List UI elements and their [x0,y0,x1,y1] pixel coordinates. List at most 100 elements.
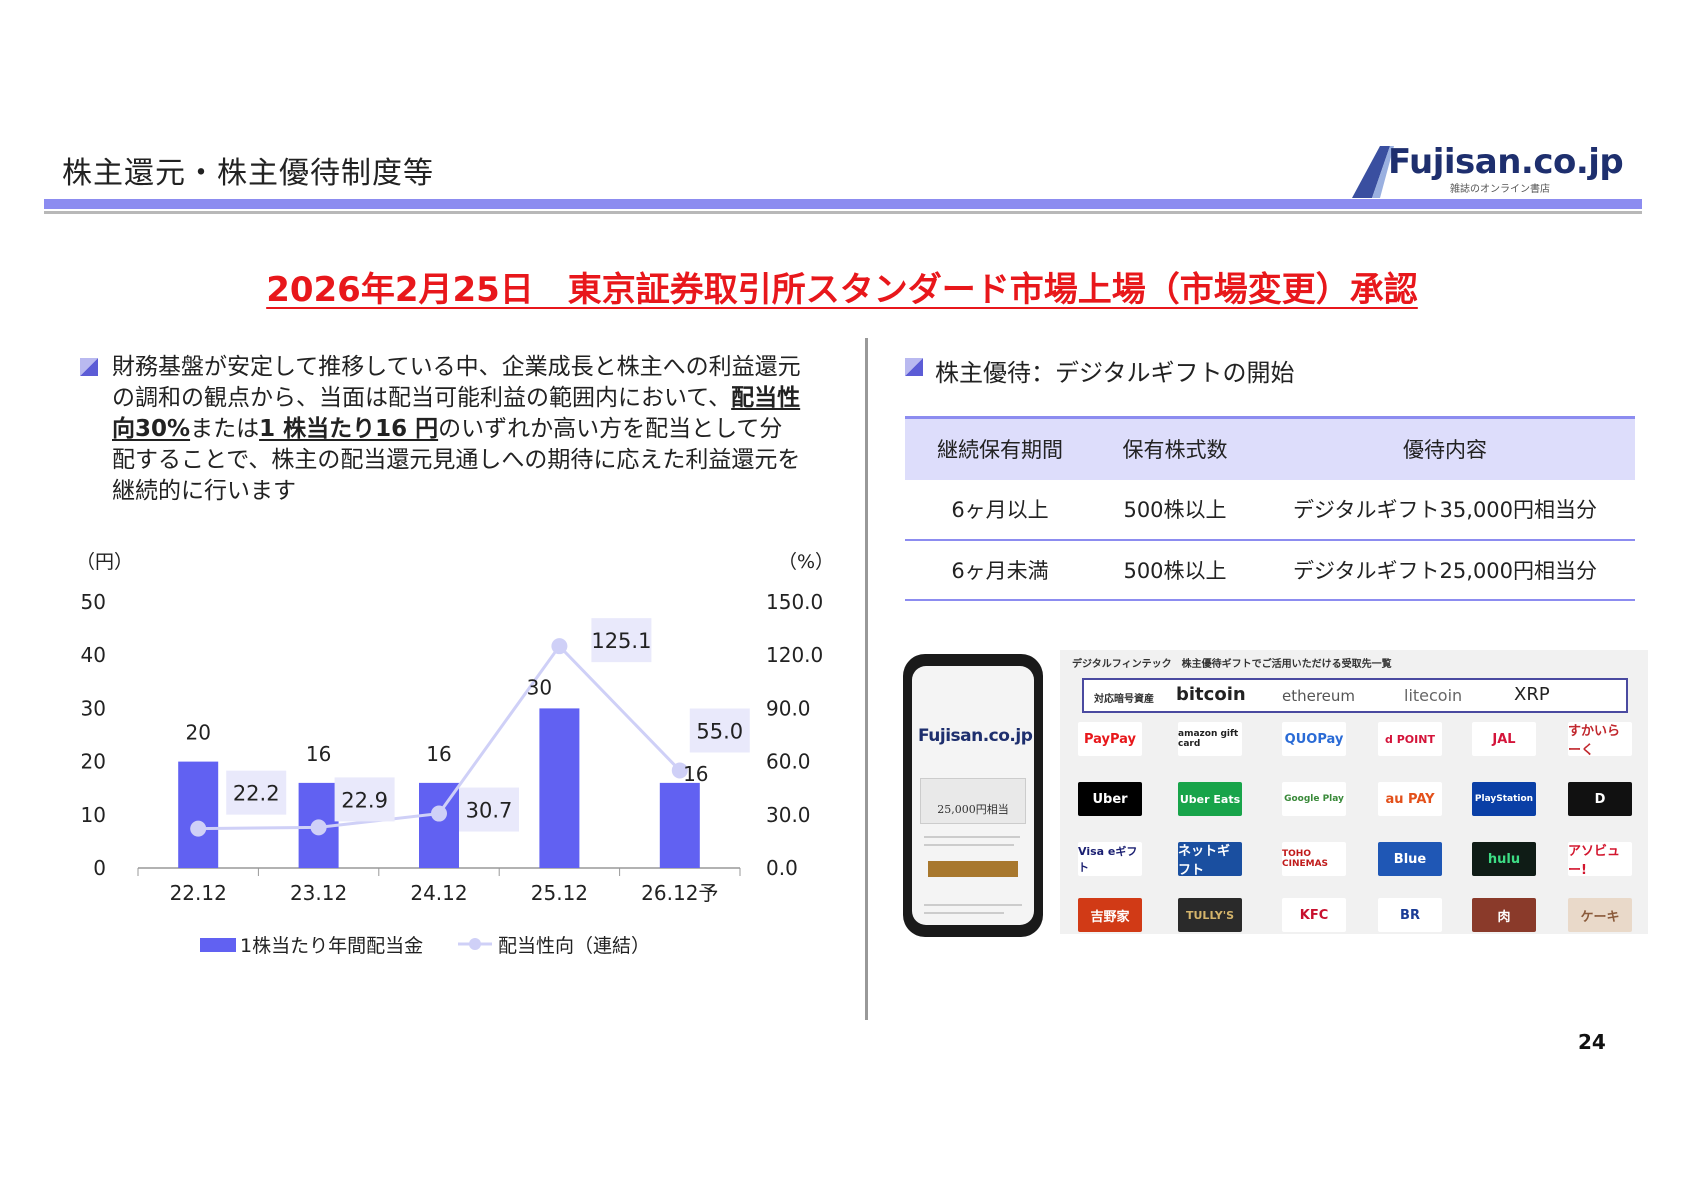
gift-logo-tile: JAL [1472,722,1536,756]
page-title: 株主還元・株主優待制度等 [62,156,434,191]
policy-text: 財務基盤が安定して推移している中、企業成長と株主への利益還元の調和の観点から、当… [112,352,802,507]
table-header-cell: 優待内容 [1255,416,1635,480]
y-left-tick-label: 40 [81,643,106,667]
table-cell: 500株以上 [1095,539,1255,601]
line-data-label: 125.1 [591,629,651,653]
gift-logo-tile: BR [1378,898,1442,932]
table-cell: 6ヶ月未満 [905,539,1095,601]
y-right-tick-label: 0.0 [766,856,798,880]
x-tick-label: 26.12予 [641,881,718,905]
headline-text: 2026年2月25日 東京証券取引所スタンダード市場上場（市場変更）承認 [266,270,1418,310]
y-right-tick-label: 120.0 [766,643,823,667]
gift-logo-tile: TULLY'S [1178,898,1242,932]
bullet-icon [80,358,98,376]
phone-logo: Fujisan.co.jp [918,726,1033,746]
line-data-label: 55.0 [696,719,743,743]
phone-gift-card: 25,000円相当 [920,778,1026,824]
page-number: 24 [1578,1030,1606,1054]
gift-logo-tile: すかいらーく [1568,722,1632,758]
phone-button [928,861,1018,877]
table-cell: 6ヶ月以上 [905,479,1095,541]
gift-logo-tile: amazon gift card [1178,722,1242,756]
x-tick-label: 25.12 [531,881,588,905]
dividend-bar [178,761,219,868]
legend-line-label: 配当性向（連結） [498,935,650,957]
litecoin-logo: litecoin [1404,686,1463,705]
gift-logo-tile: 吉野家 [1078,898,1142,932]
payout-ratio-point [551,638,568,655]
ethereum-logo: ethereum [1282,687,1356,705]
policy-text-1: 財務基盤が安定して推移している中、企業成長と株主への利益還元の調和の観点から、当… [112,354,801,411]
y-left-tick-label: 0 [93,856,106,880]
phone-mockup: Fujisan.co.jp 25,000円相当 [903,654,1043,937]
gift-logo-tile: PayPay [1078,722,1142,756]
x-tick-label: 22.12 [170,881,227,905]
bar-data-label: 16 [683,762,708,786]
crypto-box: 対応暗号資産 bitcoin ethereum litecoin XRP [1082,678,1628,713]
gift-logo-tile: PlayStation [1472,782,1536,816]
crypto-label: 対応暗号資産 [1094,694,1154,705]
gift-logo-tile: QUOPay [1282,722,1346,756]
phone-text-line [924,836,1020,838]
line-data-label: 22.9 [341,788,388,812]
gift-logo-tile: Uber [1078,782,1142,816]
dividend-bar [659,782,700,868]
fujisan-logo: Fujisan.co.jp 雑誌のオンライン書店 [1350,142,1630,200]
gift-logo-tile: Google Play [1282,782,1346,816]
gift-logo-tile: D [1568,782,1632,816]
y-right-tick-label: 60.0 [766,750,811,774]
benefit-heading: 株主優待：デジタルギフトの開始 [935,359,1295,387]
phone-text-line [924,904,1022,906]
x-tick-label: 24.12 [410,881,467,905]
gift-logo-tile: KFC [1282,898,1346,932]
bitcoin-logo: bitcoin [1176,684,1246,705]
header-line [44,211,1642,214]
table-cell: デジタルギフト35,000円相当分 [1255,479,1635,541]
line-data-label: 30.7 [466,799,513,823]
phone-text-line [924,844,1014,846]
dividend-bar [539,708,580,868]
bullet-icon [905,358,923,376]
table-row: 6ヶ月未満 500株以上 デジタルギフト25,000円相当分 [905,539,1635,601]
y-right-axis-label: （%） [778,551,834,573]
logo-text: Fujisan.co.jp [1388,142,1624,182]
xrp-logo: XRP [1514,684,1550,705]
policy-text-2: または [190,416,260,442]
gift-logo-tile: d POINT [1378,722,1442,756]
gift-logo-tile: Blue [1378,842,1442,876]
y-right-tick-label: 30.0 [766,803,811,827]
dividend-chart: （円） （%） 0 10 20 30 40 50 0.0 30.0 60.0 90.0 120.0 150… [76,551,834,957]
y-left-tick-label: 50 [81,590,106,614]
y-left-axis-label: （円） [76,551,133,573]
table-header-cell: 継続保有期間 [905,416,1095,480]
benefit-table: 継続保有期間 保有株式数 優待内容 6ヶ月以上 500株以上 デジタルギフト35… [905,416,1635,601]
y-left-tick-label: 10 [81,803,106,827]
phone-screen: Fujisan.co.jp 25,000円相当 [912,666,1034,925]
table-row: 6ヶ月以上 500株以上 デジタルギフト35,000円相当分 [905,479,1635,541]
line-data-label: 22.2 [233,782,280,806]
bar-data-label: 16 [306,742,331,766]
gift-logo-tile: Visa eギフト [1078,842,1142,876]
bar-data-label: 16 [426,742,451,766]
policy-bold-2: 1 株当たり16 円 [259,416,439,442]
gift-logo-tile: hulu [1472,842,1536,876]
payout-ratio-point [190,820,207,837]
gift-logo-tile: ケーキ [1568,898,1632,932]
table-cell: デジタルギフト25,000円相当分 [1255,539,1635,601]
table-header-row: 継続保有期間 保有株式数 優待内容 [905,416,1635,480]
legend-bar-label: 1株当たり年間配当金 [240,935,423,957]
bar-data-label: 20 [185,721,210,745]
x-tick-label: 23.12 [290,881,347,905]
phone-text-line [924,912,1004,914]
column-divider [865,338,868,1020]
bar-data-label: 30 [527,675,552,699]
gift-logo-tile: 肉 [1472,898,1536,932]
y-left-tick-label: 30 [81,696,106,720]
legend-bar-swatch [200,938,236,952]
gift-logo-tile: TOHO CINEMAS [1282,842,1346,876]
table-header-cell: 保有株式数 [1095,416,1255,480]
logo-subtitle: 雑誌のオンライン書店 [1450,184,1550,195]
gift-logo-tile: アソビュー! [1568,842,1632,878]
y-right-tick-label: 90.0 [766,696,811,720]
gift-logo-tile: ネットギフト [1178,842,1242,878]
